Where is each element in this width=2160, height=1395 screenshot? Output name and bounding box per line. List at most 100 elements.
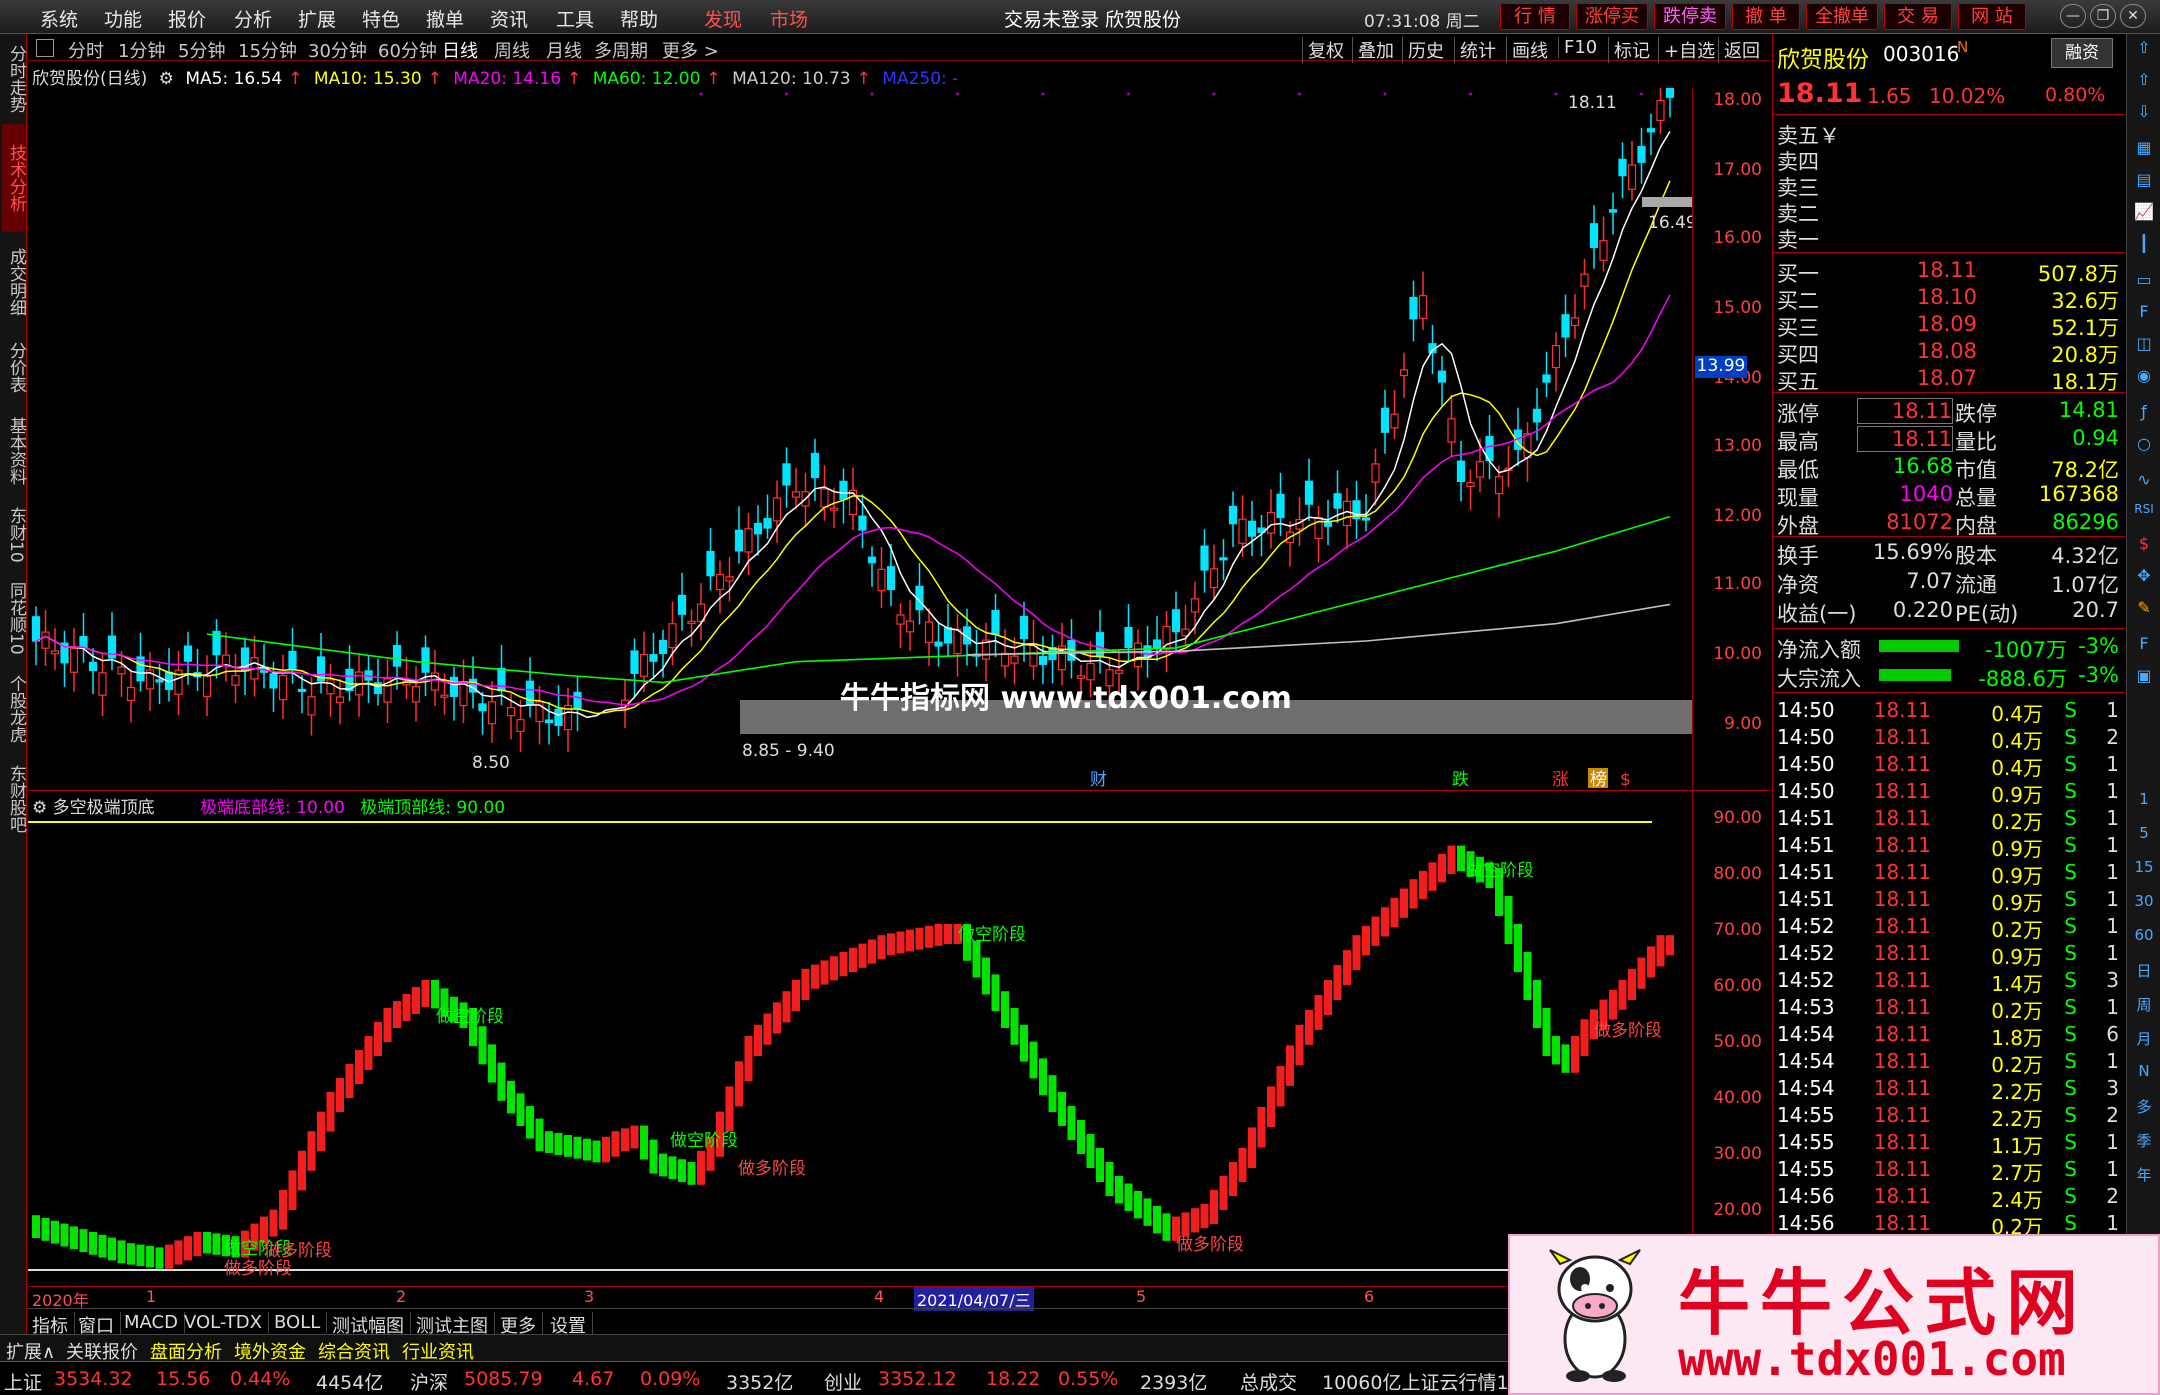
table-icon[interactable]: ▤ bbox=[2131, 170, 2157, 194]
btn-trade[interactable]: 交 易 bbox=[1884, 3, 1952, 30]
period-shortcut[interactable]: 多 bbox=[2131, 1096, 2157, 1120]
fx-icon[interactable]: ƒ bbox=[2131, 402, 2157, 426]
period-60m[interactable]: 60分钟 bbox=[378, 37, 437, 63]
tab-price-table[interactable]: 分价表 bbox=[2, 332, 26, 402]
sell-row[interactable]: 卖三 bbox=[1777, 172, 2121, 200]
btn-website[interactable]: 网 站 bbox=[1958, 3, 2026, 30]
cy-label[interactable]: 创业 bbox=[824, 1368, 862, 1395]
sell-row[interactable]: 卖一 bbox=[1777, 224, 2121, 252]
menu-cancel[interactable]: 撤单 bbox=[426, 5, 464, 32]
margin-tag[interactable]: 融资 bbox=[2051, 38, 2113, 68]
period-1m[interactable]: 1分钟 bbox=[118, 37, 165, 63]
tool-add-fav[interactable]: +自选 bbox=[1658, 37, 1715, 63]
sell-row[interactable]: 卖四 bbox=[1777, 146, 2121, 174]
period-shortcut[interactable]: 季 bbox=[2131, 1130, 2157, 1154]
period-more[interactable]: 更多 > bbox=[662, 37, 719, 63]
menu-discover[interactable]: 发现 bbox=[704, 5, 742, 32]
menu-analysis[interactable]: 分析 bbox=[234, 5, 272, 32]
dollar-icon[interactable]: $ bbox=[2131, 534, 2157, 558]
tab-profile[interactable]: 基本资料 bbox=[2, 406, 26, 496]
grid-icon[interactable]: ▦ bbox=[2131, 138, 2157, 162]
arrow-up2-icon[interactable]: ⇧ bbox=[2131, 70, 2157, 94]
menu-market[interactable]: 市场 bbox=[770, 5, 808, 32]
tab-forum[interactable]: 东财股吧 bbox=[2, 756, 26, 842]
indicator-chart[interactable]: 做多阶段 做空阶段 做多阶段 做空阶段 做空阶段 做多阶段 做空阶段 做多阶段 … bbox=[28, 810, 1692, 1290]
rsi-icon[interactable]: RSI bbox=[2131, 502, 2157, 526]
tool-f10[interactable]: F10 bbox=[1558, 37, 1597, 58]
tool-adjust[interactable]: 复权 bbox=[1302, 37, 1344, 63]
period-5m[interactable]: 5分钟 bbox=[178, 37, 225, 63]
period-month[interactable]: 月线 bbox=[546, 37, 582, 63]
btn-quote[interactable]: 行 情 bbox=[1500, 3, 1570, 30]
tool-draw[interactable]: 画线 bbox=[1506, 37, 1548, 63]
candlestick-chart[interactable]: 牛牛指标网 www.tdx001.com 18.11 16.49 8.50 8.… bbox=[28, 88, 1692, 788]
btn-vol[interactable]: VOL-TDX bbox=[184, 1312, 269, 1333]
period-shortcut[interactable]: N bbox=[2131, 1062, 2157, 1086]
settings-icon[interactable]: ⚙ bbox=[159, 69, 174, 89]
kline-icon[interactable]: ┃ bbox=[2131, 234, 2157, 258]
restore-icon[interactable]: ❐ bbox=[2090, 4, 2116, 28]
btn-limitdown-sell[interactable]: 跌停卖 bbox=[1654, 3, 1726, 30]
image-icon[interactable]: ▣ bbox=[2131, 666, 2157, 690]
period-shortcut[interactable]: 60 bbox=[2131, 926, 2157, 950]
circle-icon[interactable]: ○ bbox=[2131, 434, 2157, 458]
period-day[interactable]: 日线 bbox=[442, 37, 478, 63]
period-shortcut[interactable]: 日 bbox=[2131, 960, 2157, 984]
menu-extend[interactable]: 扩展 bbox=[298, 5, 336, 32]
tab-trades[interactable]: 成交明细 bbox=[2, 236, 26, 328]
ad-banner[interactable]: 牛牛公式网 www.tdx001.com bbox=[1508, 1234, 2160, 1395]
line-chart-icon[interactable]: 📈 bbox=[2131, 202, 2157, 226]
period-shortcut[interactable]: 1 bbox=[2131, 790, 2157, 814]
event-finance[interactable]: 财 bbox=[1090, 770, 1107, 788]
btn-boll[interactable]: BOLL bbox=[274, 1312, 328, 1333]
sell-row[interactable]: 卖二 bbox=[1777, 198, 2121, 226]
info-icon[interactable]: ◫ bbox=[2131, 334, 2157, 358]
event-rise[interactable]: 涨 bbox=[1552, 770, 1569, 788]
tool-overlay[interactable]: 叠加 bbox=[1352, 37, 1394, 63]
period-shortcut[interactable]: 15 bbox=[2131, 858, 2157, 882]
buy-row[interactable]: 买五 18.07 18.1万 bbox=[1777, 366, 2121, 394]
pen-icon[interactable]: ✎ bbox=[2131, 598, 2157, 622]
tab-dragon[interactable]: 个股龙虎 bbox=[2, 666, 26, 752]
period-15m[interactable]: 15分钟 bbox=[238, 37, 297, 63]
bell-icon[interactable]: ◉ bbox=[2131, 366, 2157, 390]
btn-cancel-order[interactable]: 撤 单 bbox=[1732, 3, 1800, 30]
period-shortcut[interactable]: 年 bbox=[2131, 1164, 2157, 1188]
period-shortcut[interactable]: 30 bbox=[2131, 892, 2157, 916]
period-multi[interactable]: 多周期 bbox=[594, 37, 648, 63]
sh-label[interactable]: 上证 bbox=[4, 1368, 42, 1395]
tab-intraday[interactable]: 分时走势 bbox=[2, 38, 26, 120]
tool-mark[interactable]: 标记 bbox=[1608, 37, 1650, 63]
tool-history[interactable]: 历史 bbox=[1402, 37, 1444, 63]
period-30m[interactable]: 30分钟 bbox=[308, 37, 367, 63]
arrow-down-icon[interactable]: ⇩ bbox=[2131, 102, 2157, 126]
tab-technical[interactable]: 技术分析 bbox=[2, 124, 26, 232]
menu-help[interactable]: 帮助 bbox=[620, 5, 658, 32]
buy-row[interactable]: 买三 18.09 52.1万 bbox=[1777, 312, 2121, 340]
buy-row[interactable]: 买二 18.10 32.6万 bbox=[1777, 285, 2121, 313]
arrow-up-icon[interactable]: ⇧ bbox=[2131, 38, 2157, 62]
sell-row[interactable]: 卖五￥ bbox=[1777, 120, 2121, 148]
period-shortcut[interactable]: 周 bbox=[2131, 994, 2157, 1018]
doc-icon[interactable]: ▭ bbox=[2131, 270, 2157, 294]
toggle-icon[interactable] bbox=[36, 39, 54, 57]
close-icon[interactable]: ✕ bbox=[2120, 4, 2146, 28]
tool-back[interactable]: 返回 bbox=[1718, 37, 1760, 63]
period-week[interactable]: 周线 bbox=[494, 37, 530, 63]
menu-function[interactable]: 功能 bbox=[104, 5, 142, 32]
minimize-icon[interactable]: — bbox=[2060, 4, 2086, 28]
tab-eastmoney[interactable]: 东财10 bbox=[2, 500, 26, 570]
btn-limitup-buy[interactable]: 涨停买 bbox=[1576, 3, 1648, 30]
event-rank[interactable]: 榜 bbox=[1590, 770, 1607, 788]
wave-icon[interactable]: ∿ bbox=[2131, 470, 2157, 494]
period-shortcut[interactable]: 月 bbox=[2131, 1028, 2157, 1052]
fs-icon[interactable]: F bbox=[2131, 634, 2157, 658]
btn-cancel-all[interactable]: 全撤单 bbox=[1806, 3, 1878, 30]
buy-row[interactable]: 买四 18.08 20.8万 bbox=[1777, 339, 2121, 367]
event-dollar[interactable]: $ bbox=[1620, 770, 1631, 788]
move-icon[interactable]: ✥ bbox=[2131, 566, 2157, 590]
menu-tools[interactable]: 工具 bbox=[556, 5, 594, 32]
menu-quote[interactable]: 报价 bbox=[168, 5, 206, 32]
btn-macd[interactable]: MACD bbox=[124, 1312, 185, 1333]
f10-icon[interactable]: F bbox=[2131, 302, 2157, 326]
